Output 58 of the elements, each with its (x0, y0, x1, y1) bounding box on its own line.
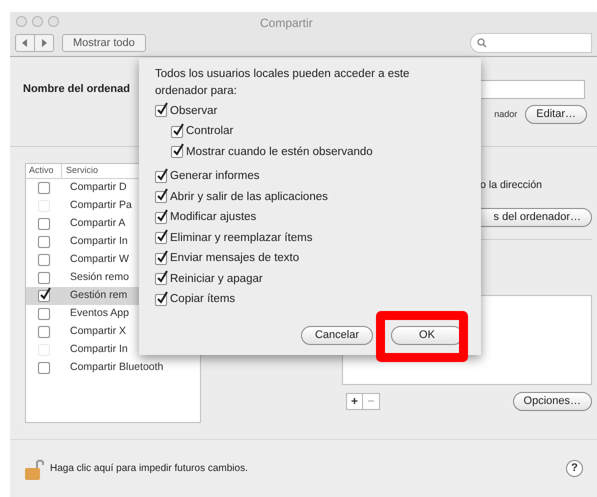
computer-name-field[interactable] (480, 80, 585, 98)
search-field[interactable] (470, 33, 592, 53)
sheet-intro-text: Todos los usuarios locales pueden acceder a este ordenador para: (155, 67, 410, 99)
column-header[interactable]: Activo (26, 164, 62, 178)
checkbox[interactable] (155, 252, 167, 265)
checkbox[interactable] (38, 308, 50, 320)
service-name: Compartir D (69, 180, 127, 196)
computer-name-label: Nombre del ordenad (23, 82, 130, 97)
column-header[interactable]: Servicio (62, 164, 98, 178)
service-row[interactable]: Compartir Bluetooth (26, 359, 200, 377)
checkbox[interactable] (155, 232, 167, 244)
service-name: Compartir X (69, 324, 126, 340)
option-label: Generar informes (170, 169, 260, 184)
checkbox[interactable] (155, 170, 167, 183)
checkbox[interactable] (38, 254, 50, 266)
service-name: Compartir Bluetooth (69, 360, 164, 376)
checkbox[interactable] (171, 126, 183, 138)
cancel-button[interactable]: Cancelar (301, 326, 373, 345)
search-icon (477, 38, 487, 48)
edit-button[interactable]: Editar… (525, 105, 587, 124)
checkbox[interactable] (38, 272, 50, 284)
service-name: Compartir W (69, 252, 129, 268)
option-label: Mostrar cuando le estén observando (186, 144, 373, 160)
option-label: Modificar ajustes (170, 210, 256, 226)
help-button[interactable]: ? (566, 460, 583, 477)
checkbox[interactable] (38, 326, 50, 338)
option-label: Reiniciar y apagar (170, 272, 263, 287)
checkbox[interactable] (155, 273, 167, 286)
service-name: Gestión rem (69, 288, 128, 304)
checkbox[interactable] (155, 105, 167, 118)
option-label: Controlar (186, 124, 234, 140)
checkbox[interactable] (38, 290, 50, 302)
checkbox[interactable] (38, 182, 50, 194)
option-label: Enviar mensajes de texto (170, 251, 300, 266)
service-name: Compartir Pa (69, 198, 132, 214)
padlock-icon[interactable] (24, 456, 44, 480)
option-label: Abrir y salir de las aplicaciones (170, 190, 328, 205)
show-all-button[interactable]: Mostrar todo (62, 34, 146, 52)
lock-message: Haga clic aquí para impedir futuros cambios. (50, 462, 248, 476)
checkbox[interactable] (155, 294, 167, 306)
service-name: Eventos App (69, 306, 129, 322)
checkbox[interactable] (38, 218, 50, 230)
checkbox[interactable] (155, 191, 167, 204)
service-name: Compartir In (69, 234, 128, 250)
window-title: Compartir (260, 15, 313, 32)
add-button[interactable]: + (347, 394, 363, 409)
service-name: Compartir In (69, 342, 128, 358)
checkbox[interactable] (38, 236, 50, 248)
checkbox[interactable] (38, 362, 50, 374)
back-forward-control[interactable] (15, 34, 54, 52)
checkbox[interactable] (171, 146, 183, 158)
service-name: Sesión remo (69, 270, 129, 286)
note-text: nador (494, 108, 518, 121)
service-name: Compartir A (69, 216, 126, 232)
checkbox[interactable] (155, 212, 167, 224)
option-label: Observar (170, 104, 218, 119)
option-label: Eliminar y reemplazar ítems (170, 230, 313, 246)
options-button[interactable]: Opciones… (512, 392, 592, 411)
